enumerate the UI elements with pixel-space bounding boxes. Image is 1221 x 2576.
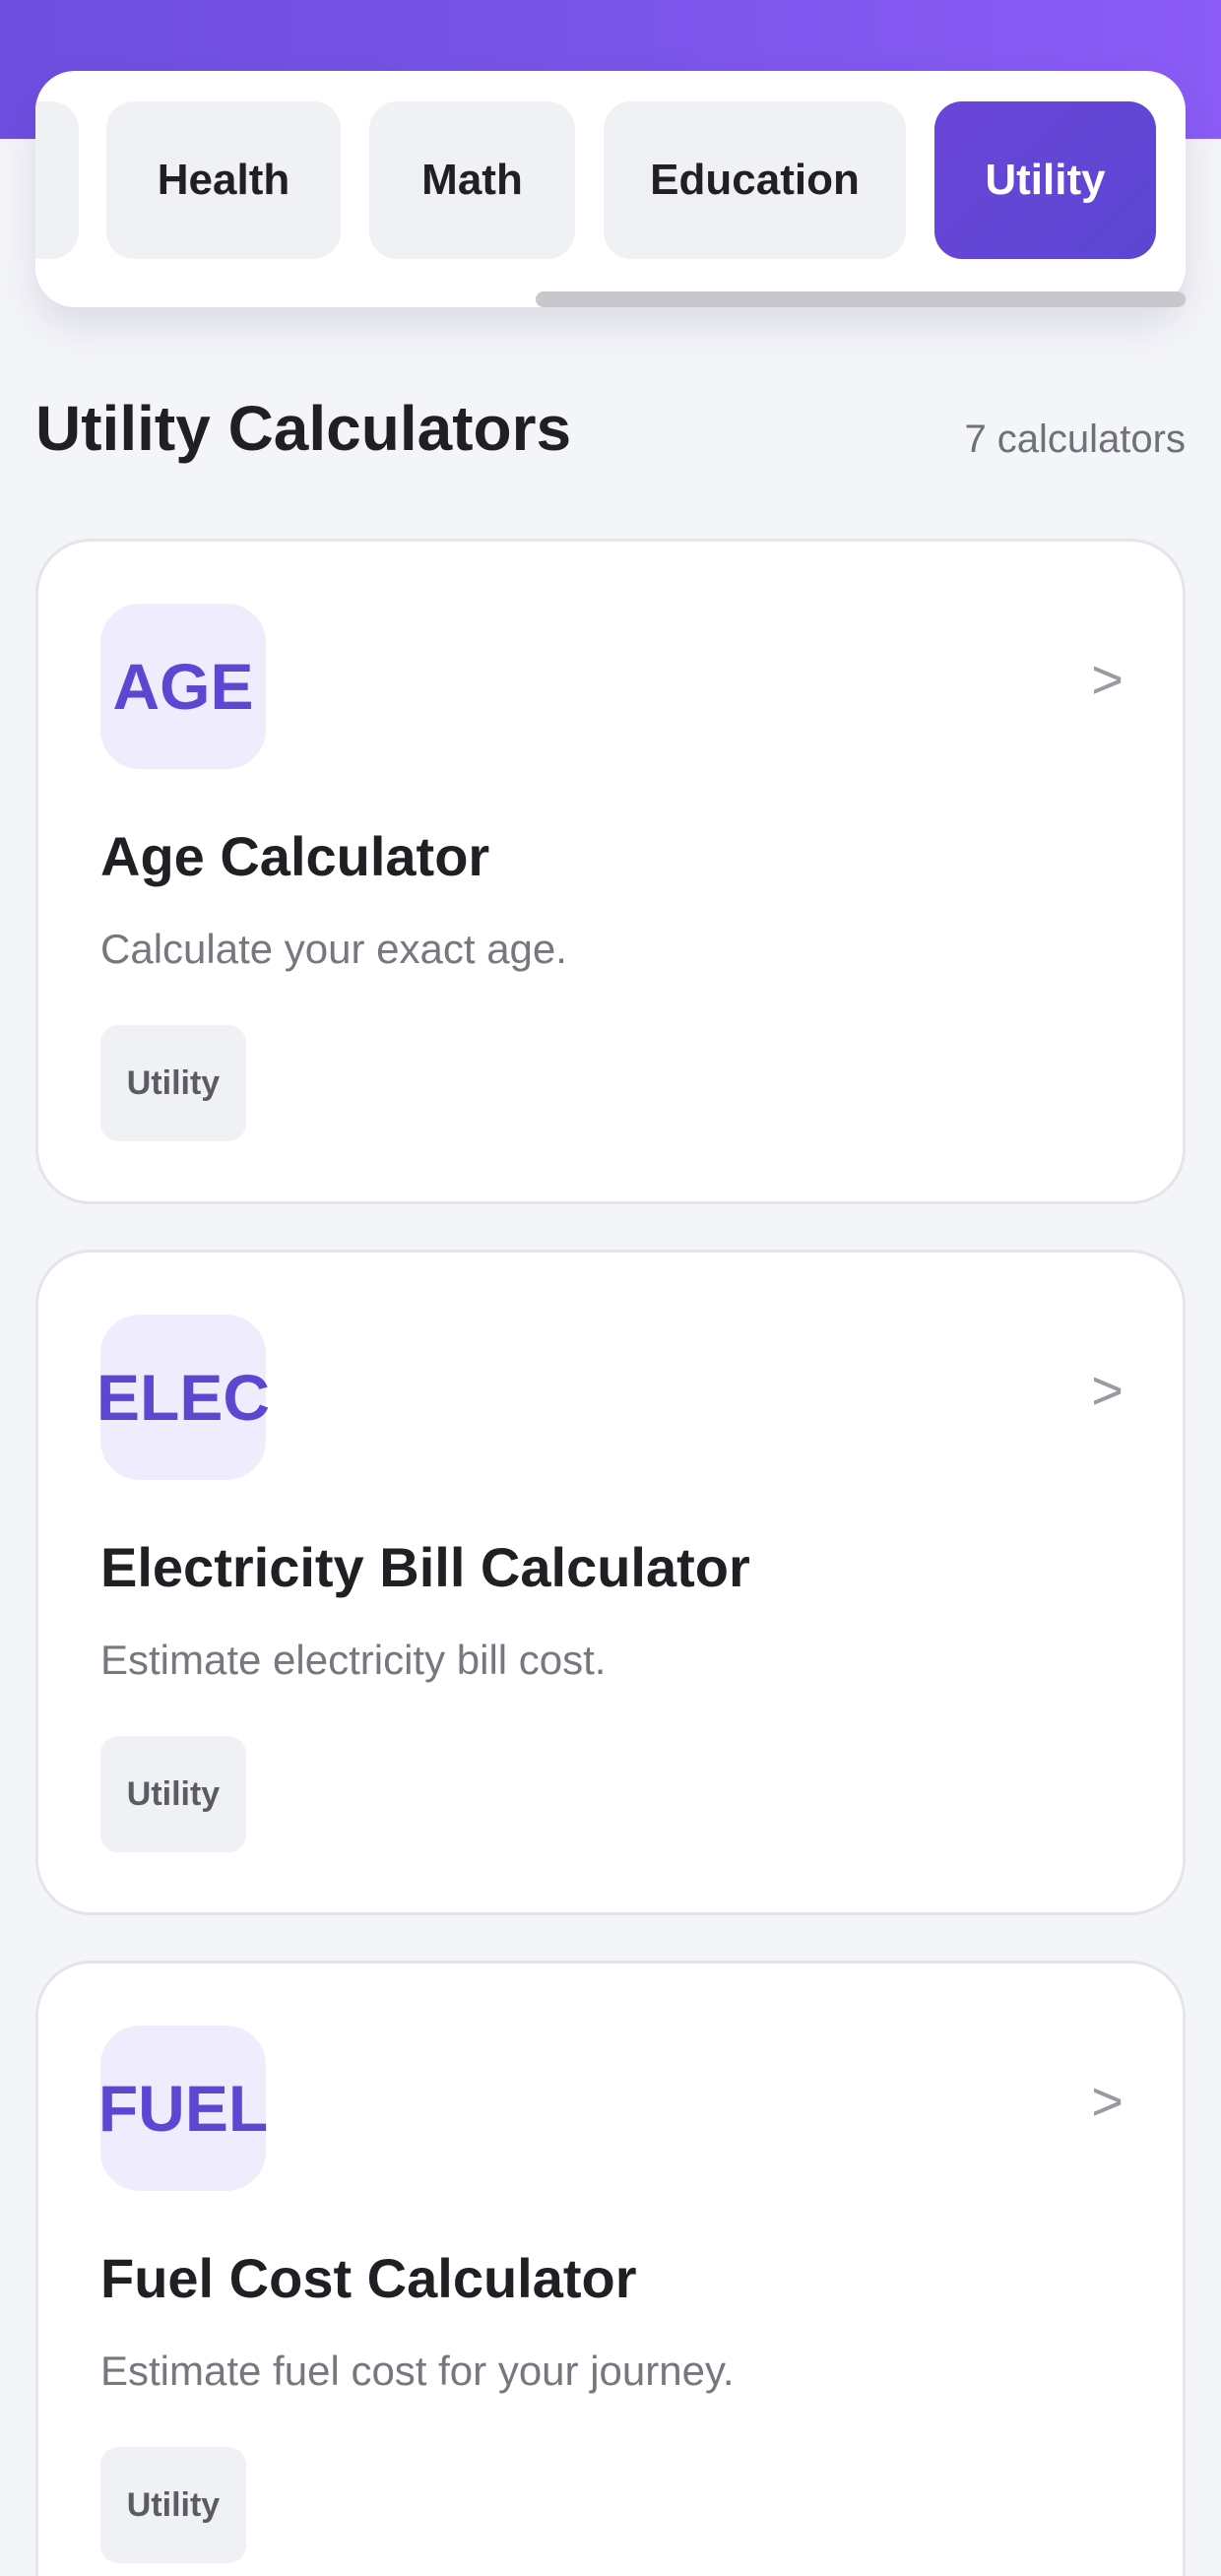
tab-health[interactable]: Health [106, 101, 341, 259]
card-description: Estimate fuel cost for your journey. [100, 2348, 735, 2394]
tab-scrollbar-thumb[interactable] [536, 291, 1186, 307]
card-title: Age Calculator [100, 825, 490, 887]
chevron-right-icon: > [1091, 2070, 1124, 2132]
category-tab-bar[interactable]: Health Math Education Utility [35, 71, 1186, 307]
calculator-card-fuel[interactable]: FUEL > Fuel Cost Calculator Estimate fue… [35, 1961, 1186, 2576]
category-tag: Utility [100, 2447, 246, 2563]
age-badge-icon: AGE [100, 604, 266, 769]
card-title: Electricity Bill Calculator [100, 1536, 750, 1598]
tab-math[interactable]: Math [369, 101, 575, 259]
category-tag: Utility [100, 1736, 246, 1852]
electricity-badge-icon: ELEC [96, 1315, 270, 1480]
tab-education[interactable]: Education [604, 101, 906, 259]
calculator-card-age[interactable]: AGE > Age Calculator Calculate your exac… [35, 539, 1186, 1204]
category-tag: Utility [100, 1025, 246, 1141]
calculator-count: 7 calculators [964, 418, 1186, 461]
chevron-right-icon: > [1091, 1359, 1124, 1421]
card-description: Calculate your exact age. [100, 926, 567, 972]
chevron-right-icon: > [1091, 648, 1124, 710]
card-title: Fuel Cost Calculator [100, 2247, 637, 2309]
section-title: Utility Calculators [35, 393, 572, 464]
tab-utility[interactable]: Utility [934, 101, 1156, 259]
calculator-card-electricity[interactable]: ELEC > Electricity Bill Calculator Estim… [35, 1250, 1186, 1915]
page: Health Math Education Utility Utility Ca… [0, 0, 1221, 2576]
fuel-badge-icon: FUEL [98, 2026, 268, 2191]
card-description: Estimate electricity bill cost. [100, 1637, 607, 1683]
tab-partial-offscreen[interactable] [35, 101, 79, 259]
tab-scrollbar[interactable] [35, 291, 1186, 307]
